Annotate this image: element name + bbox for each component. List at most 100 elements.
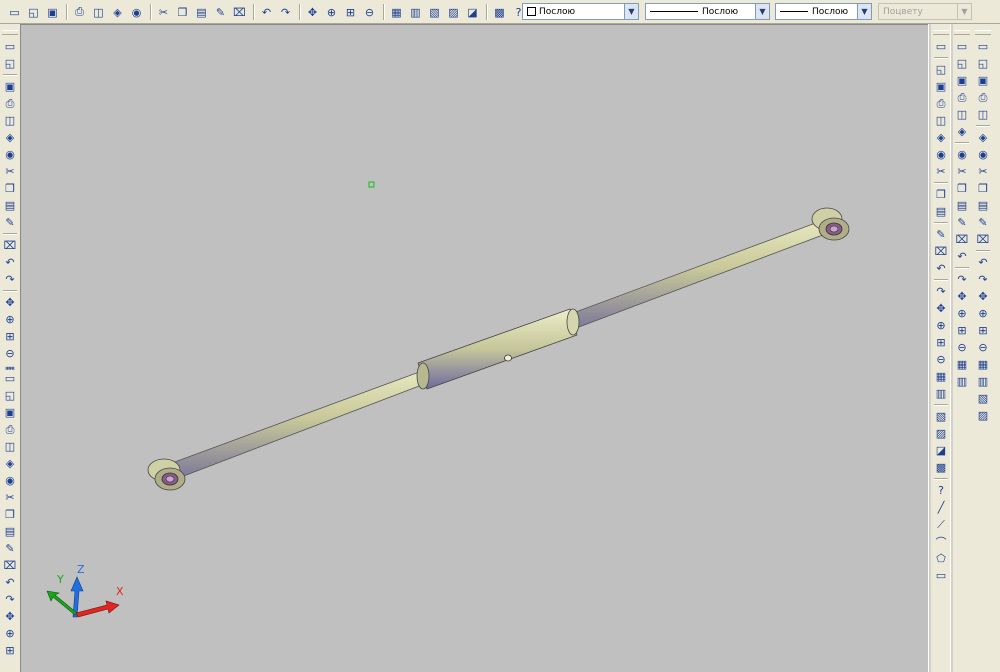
break-icon[interactable]: ↶	[3, 575, 18, 590]
linetype-combo[interactable]: Послою ▼	[645, 3, 770, 20]
subtract-icon[interactable]: ❐	[934, 187, 949, 202]
dim-jogged-icon[interactable]: ↷	[976, 272, 991, 287]
properties-icon[interactable]: ▦	[388, 4, 405, 21]
dim-continue-icon[interactable]: ▦	[976, 357, 991, 372]
taper-face-icon[interactable]: ⊕	[934, 318, 949, 333]
snap-parallel-icon[interactable]: ▣	[976, 73, 991, 88]
explode-icon[interactable]: ⊞	[3, 643, 18, 658]
wedge-icon[interactable]: ▣	[934, 79, 949, 94]
dim-break-icon[interactable]: ▧	[976, 391, 991, 406]
drawing-viewport[interactable]: Z Y X	[20, 24, 928, 672]
clean-icon[interactable]: ▥	[934, 386, 949, 401]
cone-icon[interactable]: ⎙	[934, 96, 949, 111]
tool-palettes-icon[interactable]: ▧	[426, 4, 443, 21]
undo-icon[interactable]: ↶	[258, 4, 275, 21]
rotate-icon[interactable]: ◉	[3, 473, 18, 488]
tolerance-icon[interactable]: ▨	[976, 408, 991, 423]
gradient-icon[interactable]: ⊕	[3, 312, 18, 327]
cylinder-icon[interactable]: ◈	[934, 130, 949, 145]
materials-icon[interactable]: ⬠	[934, 551, 949, 566]
color-face-icon[interactable]: ⊖	[934, 352, 949, 367]
separate-icon[interactable]: ▧	[934, 409, 949, 424]
dim-aligned-icon[interactable]: ▤	[976, 198, 991, 213]
lineweight-combo[interactable]: Послою ▼	[775, 3, 872, 20]
join-icon[interactable]: ↷	[3, 592, 18, 607]
snap-quadrant-icon[interactable]: ▥	[955, 374, 970, 389]
color-combo[interactable]: Послою ▼	[522, 3, 639, 20]
zoom-window-icon[interactable]: ⊞	[342, 4, 359, 21]
hatch-icon[interactable]: ✥	[3, 295, 18, 310]
ucs-y-icon[interactable]: ✎	[955, 215, 970, 230]
chevron-down-icon[interactable]: ▼	[857, 4, 871, 19]
render-icon[interactable]: ⌒	[934, 534, 949, 549]
sphere-icon[interactable]: ◫	[934, 113, 949, 128]
snap-apparent-icon[interactable]: ⊞	[955, 323, 970, 338]
cut-icon[interactable]: ✂	[155, 4, 172, 21]
chevron-down-icon[interactable]: ▼	[624, 4, 638, 19]
dim-linear-icon[interactable]: ❐	[976, 181, 991, 196]
ellipse-icon[interactable]: ▤	[3, 198, 18, 213]
rod-right-shaft[interactable]	[572, 220, 829, 328]
offset-face-icon[interactable]: ↶	[934, 261, 949, 276]
save-icon[interactable]: ▣	[44, 4, 61, 21]
ucs-world-icon[interactable]: ◱	[955, 56, 970, 71]
paste-icon[interactable]: ▤	[193, 4, 210, 21]
offset-icon[interactable]: ⎙	[3, 422, 18, 437]
delete-face-icon[interactable]: ↷	[934, 284, 949, 299]
match-properties-icon[interactable]: ✎	[212, 4, 229, 21]
markup-icon[interactable]: ◪	[464, 4, 481, 21]
model-canvas[interactable]: Z Y X	[21, 25, 927, 671]
dim-baseline-icon[interactable]: ⊖	[976, 340, 991, 355]
snap-node-icon[interactable]: ◫	[976, 107, 991, 122]
print-icon[interactable]: ⎙	[71, 4, 88, 21]
lights-icon[interactable]: ▭	[934, 568, 949, 583]
region-icon[interactable]: ⊞	[3, 329, 18, 344]
dim-diameter-icon[interactable]: ✥	[976, 289, 991, 304]
erase-icon[interactable]: ▭	[3, 371, 18, 386]
chevron-down-icon[interactable]: ▼	[755, 4, 769, 19]
array-icon[interactable]: ◫	[3, 439, 18, 454]
ucs-face-icon[interactable]: ⎙	[955, 90, 970, 105]
ucs-object-icon[interactable]: ◫	[955, 107, 970, 122]
snap-midpoint-icon[interactable]: ✥	[955, 289, 970, 304]
dim-arc-icon[interactable]: ✎	[976, 215, 991, 230]
insert-block-icon[interactable]: ⌧	[3, 238, 18, 253]
ucs-z-axis-icon[interactable]: ✂	[955, 164, 970, 179]
trim-icon[interactable]: ▤	[3, 524, 18, 539]
ellipse-arc-icon[interactable]: ✎	[3, 215, 18, 230]
construction-line-icon[interactable]: ◱	[3, 56, 18, 71]
print-preview-icon[interactable]: ◫	[90, 4, 107, 21]
osnap-settings-icon[interactable]: ✂	[976, 164, 991, 179]
calculator-icon[interactable]: ▩	[491, 4, 508, 21]
snap-extension-icon[interactable]: ⊖	[955, 340, 970, 355]
redo-icon[interactable]: ↷	[277, 4, 294, 21]
ucs-previous-icon[interactable]: ▣	[955, 73, 970, 88]
break-at-point-icon[interactable]: ⌧	[3, 558, 18, 573]
circle-icon[interactable]: ◉	[3, 147, 18, 162]
rotate-face-icon[interactable]: ✥	[934, 301, 949, 316]
ucs-origin-icon[interactable]: ◉	[955, 147, 970, 162]
3d-dwf-icon[interactable]: ◉	[128, 4, 145, 21]
snap-center-icon[interactable]: ▦	[955, 357, 970, 372]
design-center-icon[interactable]: ▥	[407, 4, 424, 21]
snap-insert-icon[interactable]: ⎙	[976, 90, 991, 105]
revision-cloud-icon[interactable]: ✂	[3, 164, 18, 179]
copy-face-icon[interactable]: ⊞	[934, 335, 949, 350]
move-icon[interactable]: ◈	[3, 456, 18, 471]
spline-icon[interactable]: ❐	[3, 181, 18, 196]
copy-object-icon[interactable]: ◱	[3, 388, 18, 403]
fly-icon[interactable]: ⟋	[934, 517, 949, 532]
point-icon[interactable]: ↷	[3, 272, 18, 287]
snap-perpendicular-icon[interactable]: ◱	[976, 56, 991, 71]
ucs-3point-icon[interactable]: ❐	[955, 181, 970, 196]
snap-tangent-icon[interactable]: ▭	[976, 39, 991, 54]
dim-space-icon[interactable]: ▥	[976, 374, 991, 389]
snap-intersection-icon[interactable]: ⊕	[955, 306, 970, 321]
camera-icon[interactable]: ?	[934, 483, 949, 498]
dim-angular-icon[interactable]: ⊕	[976, 306, 991, 321]
ucs-z-icon[interactable]: ⌧	[955, 232, 970, 247]
pan-icon[interactable]: ✥	[304, 4, 321, 21]
copy-icon[interactable]: ❐	[174, 4, 191, 21]
arc-icon[interactable]: ◈	[3, 130, 18, 145]
snap-none-icon[interactable]: ◉	[976, 147, 991, 162]
